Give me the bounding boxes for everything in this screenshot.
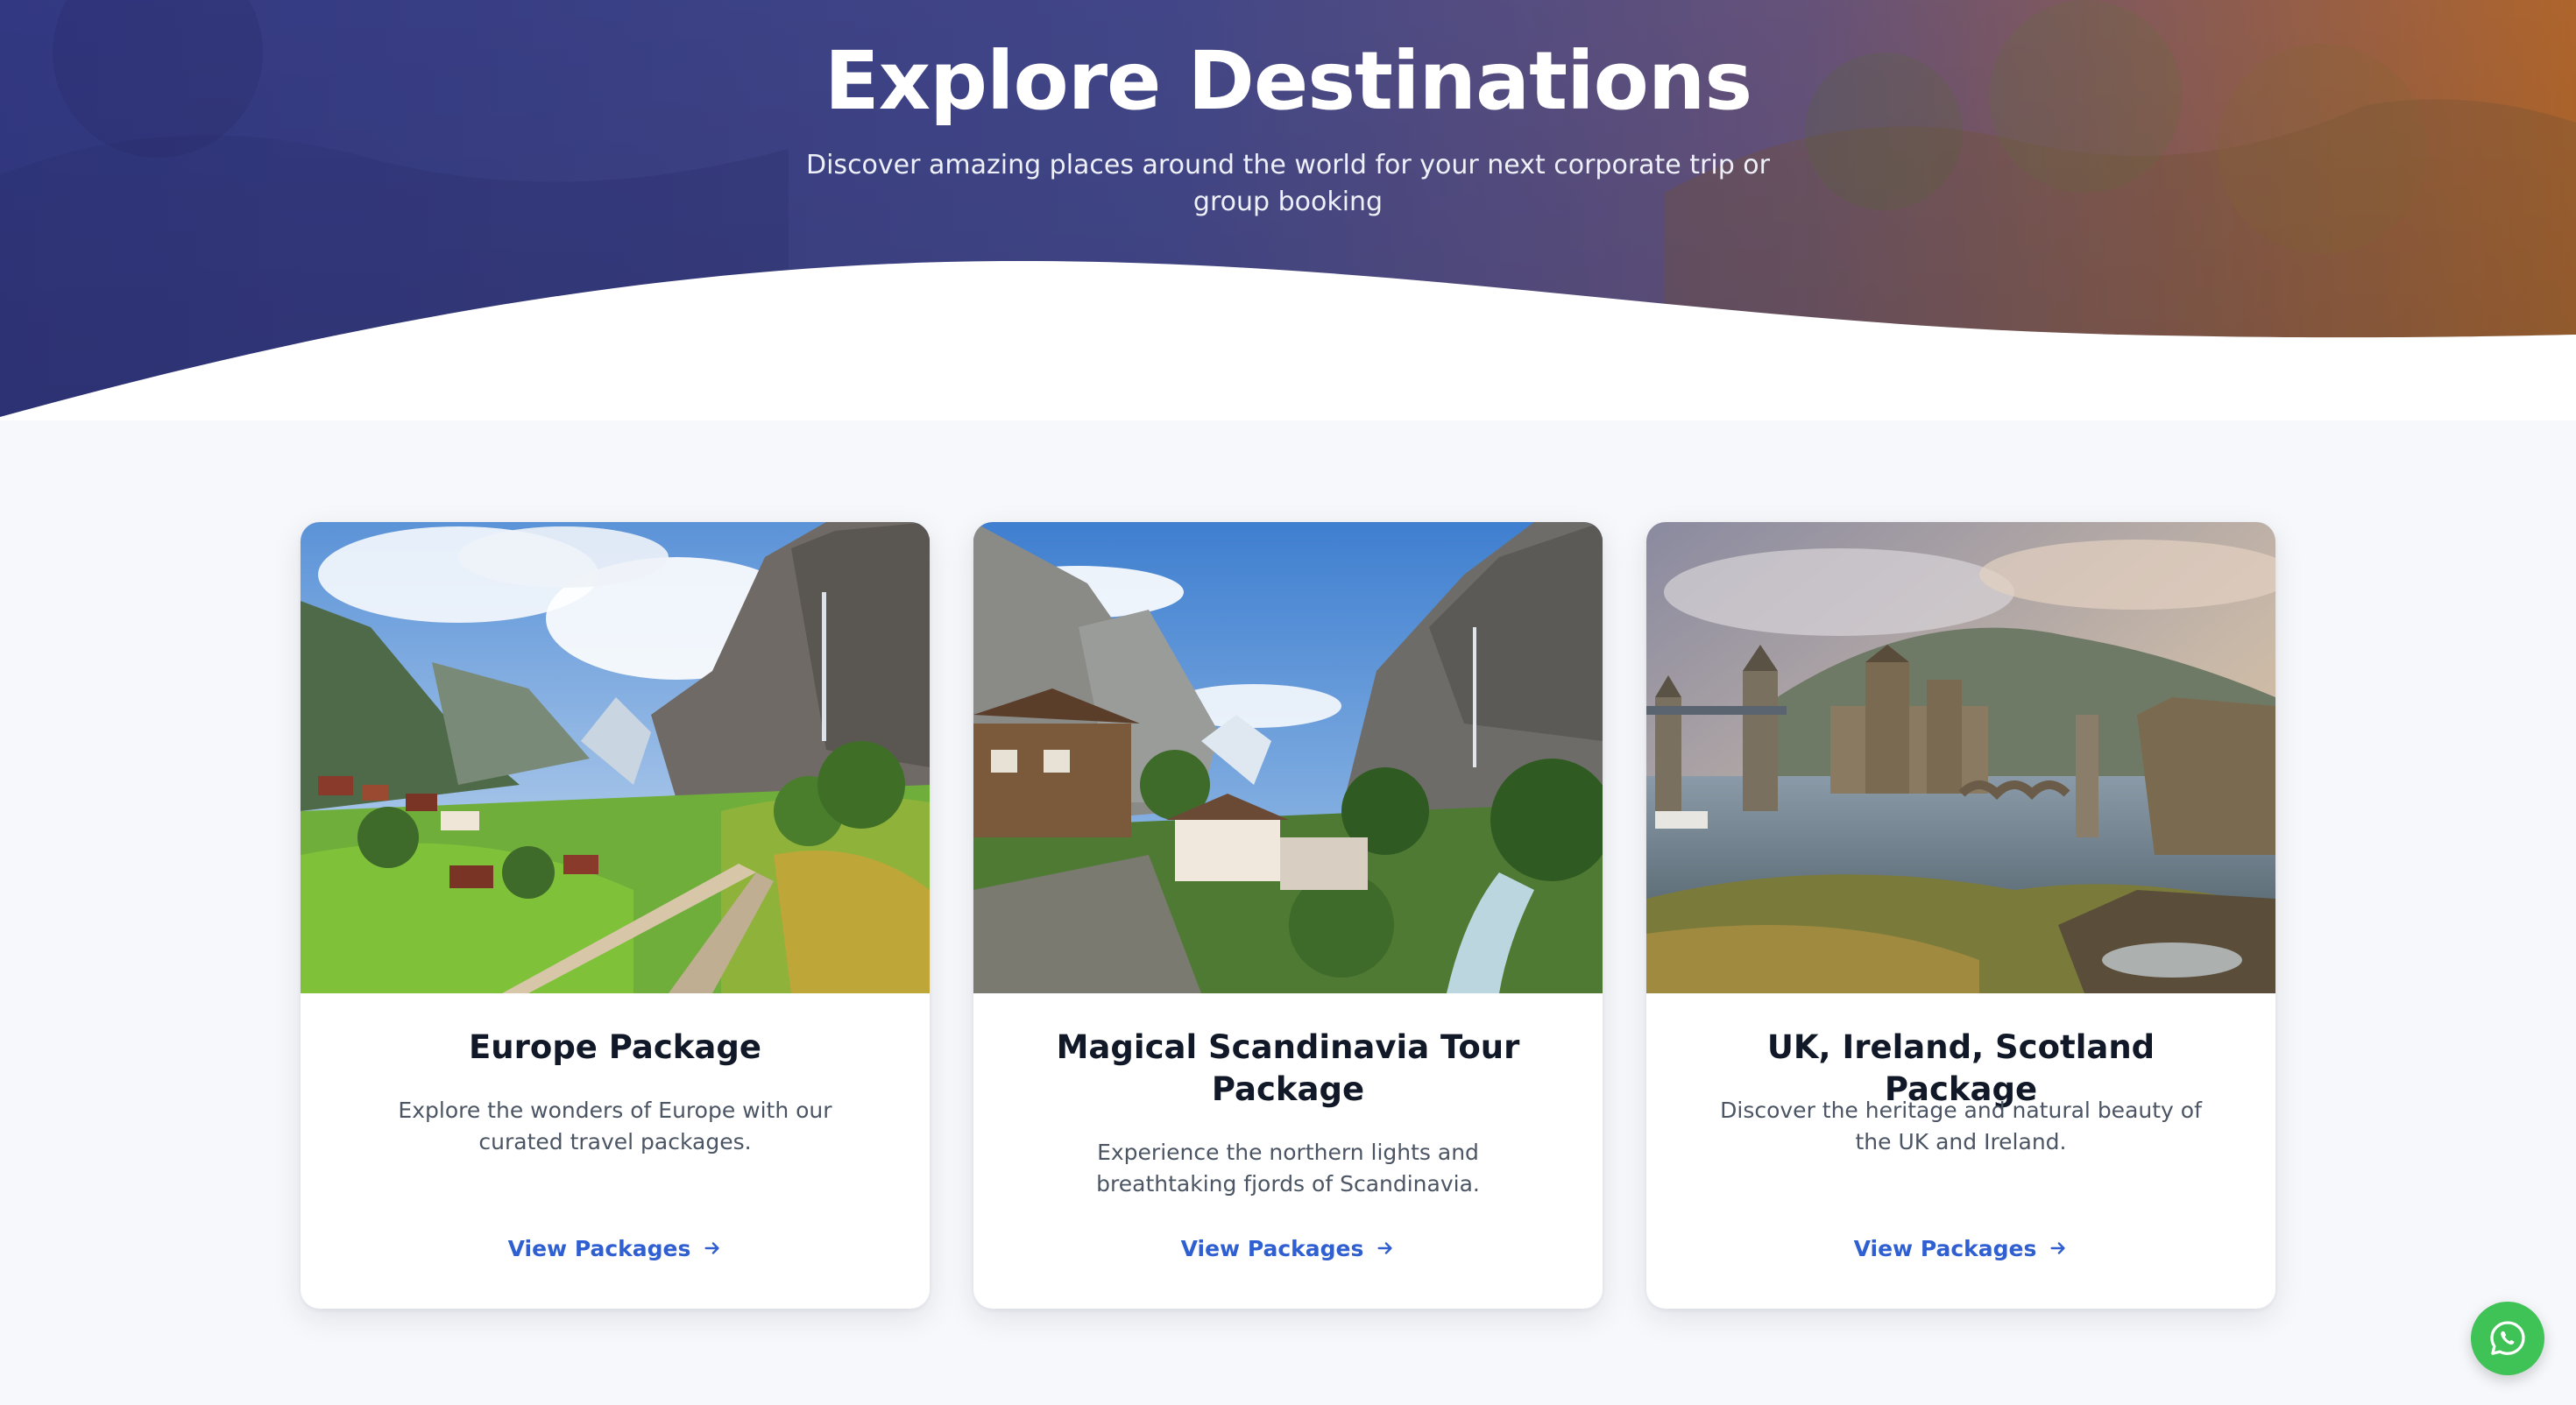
whatsapp-chat-button[interactable]: [2471, 1302, 2544, 1375]
destination-cards: Europe Package Explore the wonders of Eu…: [301, 522, 2275, 1310]
card-image-europe: [301, 522, 930, 993]
destination-card-uk-ireland-scotland: UK, Ireland, Scotland Package Discover t…: [1646, 522, 2275, 1309]
view-packages-link[interactable]: View Packages: [301, 1233, 930, 1265]
card-image-uk-ireland-scotland: [1646, 522, 2275, 993]
arrow-right-icon: [704, 1242, 720, 1254]
arrow-right-icon: [1377, 1242, 1393, 1254]
hero-section: Explore Destinations Discover amazing pl…: [0, 0, 2576, 420]
card-title: Magical Scandinavia Tour Package: [1056, 1028, 1520, 1108]
hero-wave-divider: [0, 260, 2576, 420]
card-description: Discover the heritage and natural beauty…: [1720, 1098, 2202, 1154]
view-packages-label: View Packages: [1853, 1236, 2037, 1261]
view-packages-link[interactable]: View Packages: [973, 1233, 1603, 1265]
view-packages-label: View Packages: [1180, 1236, 1364, 1261]
whatsapp-icon: [2490, 1321, 2525, 1355]
arrow-right-icon: [2050, 1242, 2066, 1254]
card-title: Europe Package: [469, 1028, 761, 1066]
destination-card-scandinavia: Magical Scandinavia Tour Package Experie…: [973, 522, 1603, 1309]
view-packages-link[interactable]: View Packages: [1646, 1233, 2275, 1265]
card-description: Explore the wonders of Europe with our c…: [398, 1098, 832, 1154]
destination-card-europe: Europe Package Explore the wonders of Eu…: [301, 522, 930, 1309]
view-packages-label: View Packages: [507, 1236, 691, 1261]
page: Explore Destinations Discover amazing pl…: [0, 0, 2576, 1405]
card-description: Experience the northern lights and breat…: [1096, 1140, 1480, 1197]
card-image-scandinavia: [973, 522, 1603, 993]
